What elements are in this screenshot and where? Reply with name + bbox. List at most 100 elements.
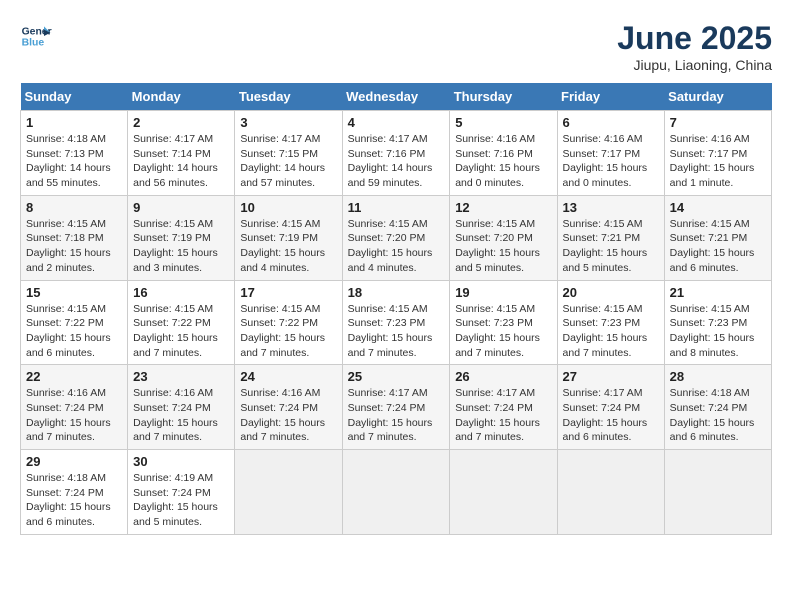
day-info: Sunrise: 4:15 AM Sunset: 7:23 PM Dayligh… [563,302,659,361]
table-row [235,450,342,535]
title-block: June 2025 Jiupu, Liaoning, China [617,20,772,73]
calendar-title: June 2025 [617,20,772,57]
header-tuesday: Tuesday [235,83,342,111]
day-info: Sunrise: 4:17 AM Sunset: 7:24 PM Dayligh… [348,386,445,445]
table-row: 26 Sunrise: 4:17 AM Sunset: 7:24 PM Dayl… [450,365,557,450]
day-number: 5 [455,115,551,130]
day-info: Sunrise: 4:15 AM Sunset: 7:23 PM Dayligh… [670,302,766,361]
day-info: Sunrise: 4:15 AM Sunset: 7:20 PM Dayligh… [348,217,445,276]
day-info: Sunrise: 4:15 AM Sunset: 7:23 PM Dayligh… [348,302,445,361]
day-number: 18 [348,285,445,300]
day-number: 29 [26,454,122,469]
day-info: Sunrise: 4:17 AM Sunset: 7:24 PM Dayligh… [563,386,659,445]
table-row: 9 Sunrise: 4:15 AM Sunset: 7:19 PM Dayli… [128,195,235,280]
table-row: 23 Sunrise: 4:16 AM Sunset: 7:24 PM Dayl… [128,365,235,450]
header-saturday: Saturday [664,83,771,111]
day-info: Sunrise: 4:18 AM Sunset: 7:24 PM Dayligh… [26,471,122,530]
day-number: 4 [348,115,445,130]
day-number: 27 [563,369,659,384]
day-number: 22 [26,369,122,384]
day-info: Sunrise: 4:15 AM Sunset: 7:19 PM Dayligh… [240,217,336,276]
table-row: 14 Sunrise: 4:15 AM Sunset: 7:21 PM Dayl… [664,195,771,280]
day-number: 3 [240,115,336,130]
table-row: 22 Sunrise: 4:16 AM Sunset: 7:24 PM Dayl… [21,365,128,450]
day-info: Sunrise: 4:16 AM Sunset: 7:24 PM Dayligh… [240,386,336,445]
table-row: 7 Sunrise: 4:16 AM Sunset: 7:17 PM Dayli… [664,111,771,196]
table-row: 11 Sunrise: 4:15 AM Sunset: 7:20 PM Dayl… [342,195,450,280]
calendar-week-row: 29 Sunrise: 4:18 AM Sunset: 7:24 PM Dayl… [21,450,772,535]
table-row: 4 Sunrise: 4:17 AM Sunset: 7:16 PM Dayli… [342,111,450,196]
table-row: 10 Sunrise: 4:15 AM Sunset: 7:19 PM Dayl… [235,195,342,280]
table-row: 20 Sunrise: 4:15 AM Sunset: 7:23 PM Dayl… [557,280,664,365]
table-row: 3 Sunrise: 4:17 AM Sunset: 7:15 PM Dayli… [235,111,342,196]
day-info: Sunrise: 4:17 AM Sunset: 7:16 PM Dayligh… [348,132,445,191]
day-info: Sunrise: 4:15 AM Sunset: 7:20 PM Dayligh… [455,217,551,276]
day-info: Sunrise: 4:16 AM Sunset: 7:17 PM Dayligh… [670,132,766,191]
day-info: Sunrise: 4:16 AM Sunset: 7:16 PM Dayligh… [455,132,551,191]
day-number: 21 [670,285,766,300]
day-info: Sunrise: 4:18 AM Sunset: 7:13 PM Dayligh… [26,132,122,191]
day-info: Sunrise: 4:15 AM Sunset: 7:22 PM Dayligh… [26,302,122,361]
table-row [557,450,664,535]
header-wednesday: Wednesday [342,83,450,111]
logo-icon: General Blue [20,20,52,52]
calendar-week-row: 8 Sunrise: 4:15 AM Sunset: 7:18 PM Dayli… [21,195,772,280]
day-header-row: Sunday Monday Tuesday Wednesday Thursday… [21,83,772,111]
day-info: Sunrise: 4:15 AM Sunset: 7:22 PM Dayligh… [133,302,229,361]
day-number: 17 [240,285,336,300]
day-info: Sunrise: 4:15 AM Sunset: 7:23 PM Dayligh… [455,302,551,361]
day-number: 15 [26,285,122,300]
day-info: Sunrise: 4:15 AM Sunset: 7:21 PM Dayligh… [563,217,659,276]
page-header: General Blue June 2025 Jiupu, Liaoning, … [20,20,772,73]
table-row: 29 Sunrise: 4:18 AM Sunset: 7:24 PM Dayl… [21,450,128,535]
day-number: 25 [348,369,445,384]
table-row: 21 Sunrise: 4:15 AM Sunset: 7:23 PM Dayl… [664,280,771,365]
table-row: 13 Sunrise: 4:15 AM Sunset: 7:21 PM Dayl… [557,195,664,280]
day-number: 13 [563,200,659,215]
day-info: Sunrise: 4:17 AM Sunset: 7:15 PM Dayligh… [240,132,336,191]
day-number: 6 [563,115,659,130]
table-row: 2 Sunrise: 4:17 AM Sunset: 7:14 PM Dayli… [128,111,235,196]
day-number: 28 [670,369,766,384]
day-info: Sunrise: 4:19 AM Sunset: 7:24 PM Dayligh… [133,471,229,530]
table-row: 24 Sunrise: 4:16 AM Sunset: 7:24 PM Dayl… [235,365,342,450]
table-row: 16 Sunrise: 4:15 AM Sunset: 7:22 PM Dayl… [128,280,235,365]
table-row: 8 Sunrise: 4:15 AM Sunset: 7:18 PM Dayli… [21,195,128,280]
table-row [342,450,450,535]
table-row: 28 Sunrise: 4:18 AM Sunset: 7:24 PM Dayl… [664,365,771,450]
header-friday: Friday [557,83,664,111]
day-info: Sunrise: 4:15 AM Sunset: 7:19 PM Dayligh… [133,217,229,276]
day-number: 7 [670,115,766,130]
table-row: 25 Sunrise: 4:17 AM Sunset: 7:24 PM Dayl… [342,365,450,450]
day-number: 2 [133,115,229,130]
calendar-week-row: 1 Sunrise: 4:18 AM Sunset: 7:13 PM Dayli… [21,111,772,196]
header-thursday: Thursday [450,83,557,111]
calendar-week-row: 22 Sunrise: 4:16 AM Sunset: 7:24 PM Dayl… [21,365,772,450]
day-info: Sunrise: 4:15 AM Sunset: 7:22 PM Dayligh… [240,302,336,361]
table-row [450,450,557,535]
day-number: 9 [133,200,229,215]
day-info: Sunrise: 4:17 AM Sunset: 7:24 PM Dayligh… [455,386,551,445]
table-row: 5 Sunrise: 4:16 AM Sunset: 7:16 PM Dayli… [450,111,557,196]
day-number: 20 [563,285,659,300]
day-number: 12 [455,200,551,215]
day-number: 8 [26,200,122,215]
day-number: 14 [670,200,766,215]
table-row [664,450,771,535]
table-row: 1 Sunrise: 4:18 AM Sunset: 7:13 PM Dayli… [21,111,128,196]
day-number: 10 [240,200,336,215]
day-number: 30 [133,454,229,469]
table-row: 15 Sunrise: 4:15 AM Sunset: 7:22 PM Dayl… [21,280,128,365]
header-sunday: Sunday [21,83,128,111]
day-number: 11 [348,200,445,215]
day-info: Sunrise: 4:15 AM Sunset: 7:21 PM Dayligh… [670,217,766,276]
table-row: 30 Sunrise: 4:19 AM Sunset: 7:24 PM Dayl… [128,450,235,535]
day-number: 23 [133,369,229,384]
day-info: Sunrise: 4:16 AM Sunset: 7:17 PM Dayligh… [563,132,659,191]
table-row: 6 Sunrise: 4:16 AM Sunset: 7:17 PM Dayli… [557,111,664,196]
day-number: 19 [455,285,551,300]
day-info: Sunrise: 4:17 AM Sunset: 7:14 PM Dayligh… [133,132,229,191]
day-number: 26 [455,369,551,384]
calendar-table: Sunday Monday Tuesday Wednesday Thursday… [20,83,772,535]
table-row: 17 Sunrise: 4:15 AM Sunset: 7:22 PM Dayl… [235,280,342,365]
